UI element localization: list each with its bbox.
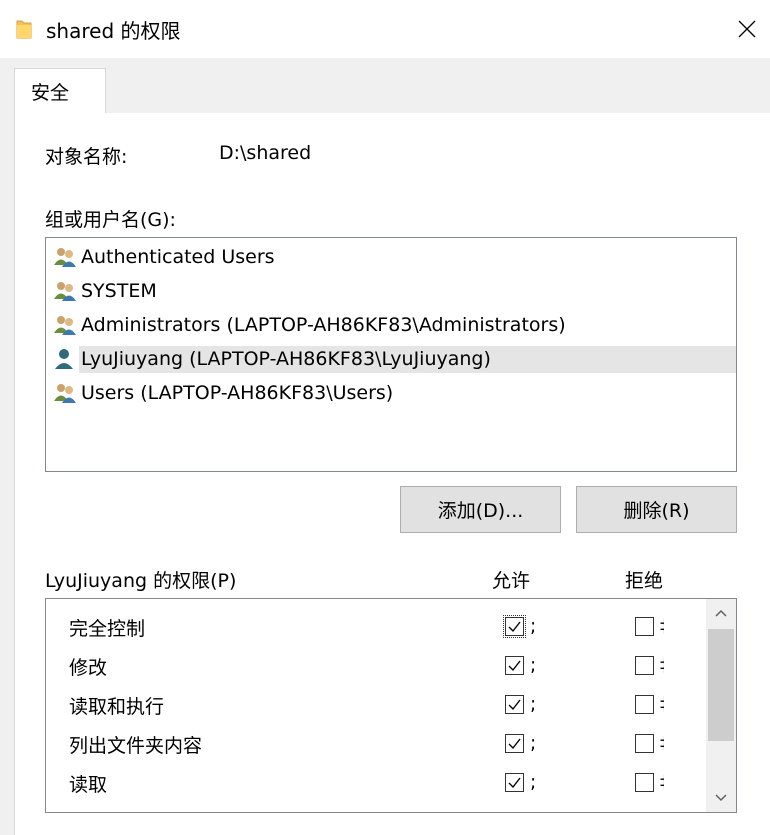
group-icon xyxy=(54,248,76,267)
check-icon xyxy=(508,621,521,633)
deny-header: 拒绝 xyxy=(625,570,664,592)
deny-checkbox[interactable] xyxy=(635,656,654,675)
object-name-label: 对象名称: xyxy=(45,146,128,168)
title-bar: shared 的权限 xyxy=(0,0,770,58)
add-button[interactable]: 添加(D)... xyxy=(400,486,561,533)
checkbox-truncated-label: ‡ xyxy=(660,617,664,636)
group-icon xyxy=(54,316,76,335)
deny-checkbox[interactable] xyxy=(635,812,654,813)
user-name: Administrators (LAPTOP-AH86KF83\Administ… xyxy=(81,313,566,336)
allow-checkbox[interactable] xyxy=(505,695,524,714)
list-item[interactable]: Authenticated Users xyxy=(48,240,736,274)
user-name: Authenticated Users xyxy=(81,245,275,268)
scroll-down-button[interactable] xyxy=(706,784,736,812)
permissions-scrollbar[interactable] xyxy=(706,599,736,812)
user-name: LyuJiuyang (LAPTOP-AH86KF83\LyuJiuyang) xyxy=(79,345,736,373)
checkbox-truncated-label: ‡ xyxy=(660,656,664,675)
permission-name: 完全控制 xyxy=(69,618,146,640)
allow-checkbox[interactable] xyxy=(505,656,524,675)
list-item-selected[interactable]: LyuJiuyang (LAPTOP-AH86KF83\LyuJiuyang) xyxy=(48,342,736,376)
checkbox-truncated-label: ; xyxy=(530,695,534,714)
permission-row: 完全控制 ; ‡ xyxy=(46,605,706,644)
group-icon xyxy=(54,282,76,301)
scroll-up-button[interactable] xyxy=(706,599,736,627)
check-icon xyxy=(508,660,521,672)
list-item[interactable]: Users (LAPTOP-AH86KF83\Users) xyxy=(48,376,736,410)
checkbox-truncated-label: ‡ xyxy=(660,695,664,714)
checkbox-truncated-label: ‡ xyxy=(660,773,664,792)
user-icon xyxy=(55,349,73,369)
tab-label: 安全 xyxy=(31,82,70,104)
deny-checkbox[interactable] xyxy=(635,695,654,714)
allow-checkbox[interactable] xyxy=(505,812,524,813)
deny-checkbox[interactable] xyxy=(635,773,654,792)
check-icon xyxy=(508,777,521,789)
user-name: Users (LAPTOP-AH86KF83\Users) xyxy=(81,381,394,404)
check-icon xyxy=(508,738,521,750)
allow-checkbox[interactable] xyxy=(505,734,524,753)
permission-row: 读取 ; ‡ xyxy=(46,761,706,800)
group-icon xyxy=(54,384,76,403)
allow-checkbox[interactable] xyxy=(503,615,526,638)
checkbox-truncated-label: ; xyxy=(530,734,534,753)
object-name-value: D:\shared xyxy=(219,142,312,164)
checkbox-truncated-label: ; xyxy=(530,656,534,675)
permissions-label: LyuJiuyang 的权限(P) xyxy=(45,570,237,592)
scroll-thumb[interactable] xyxy=(708,629,734,741)
group-list-label: 组或用户名(G): xyxy=(45,209,176,231)
checkbox-truncated-label: ; xyxy=(530,617,534,636)
close-button[interactable] xyxy=(724,6,770,52)
permissions-list: 完全控制 ; ‡ 修改 ; ‡ 读取和执行 ; ‡ 列出文件夹内容 ; ‡ 读取 xyxy=(45,598,737,813)
deny-checkbox[interactable] xyxy=(635,734,654,753)
remove-button[interactable]: 删除(R) xyxy=(576,486,737,533)
close-icon xyxy=(738,20,756,38)
deny-checkbox[interactable] xyxy=(635,617,654,636)
permission-row: 修改 ; ‡ xyxy=(46,644,706,683)
chevron-down-icon xyxy=(715,794,727,802)
allow-header: 允许 xyxy=(492,570,531,592)
permission-row: 列出文件夹内容 ; ‡ xyxy=(46,722,706,761)
user-name: SYSTEM xyxy=(81,279,157,302)
allow-checkbox[interactable] xyxy=(505,773,524,792)
permission-row-partial xyxy=(46,800,706,813)
permission-name: 读取 xyxy=(69,774,108,796)
permission-name: 修改 xyxy=(69,657,108,679)
chevron-up-icon xyxy=(715,609,727,617)
folder-icon xyxy=(16,20,32,39)
check-icon xyxy=(508,699,521,711)
tab-security[interactable]: 安全 xyxy=(14,68,106,114)
list-item[interactable]: Administrators (LAPTOP-AH86KF83\Administ… xyxy=(48,308,736,342)
group-user-list[interactable]: Authenticated Users SYSTEM Administrator… xyxy=(45,237,737,472)
permission-name: 读取和执行 xyxy=(69,696,165,718)
checkbox-truncated-label: ‡ xyxy=(660,734,664,753)
list-item[interactable]: SYSTEM xyxy=(48,274,736,308)
permission-row: 读取和执行 ; ‡ xyxy=(46,683,706,722)
checkbox-truncated-label: ; xyxy=(530,773,534,792)
window-title: shared 的权限 xyxy=(46,19,181,43)
permission-name: 列出文件夹内容 xyxy=(69,735,203,757)
